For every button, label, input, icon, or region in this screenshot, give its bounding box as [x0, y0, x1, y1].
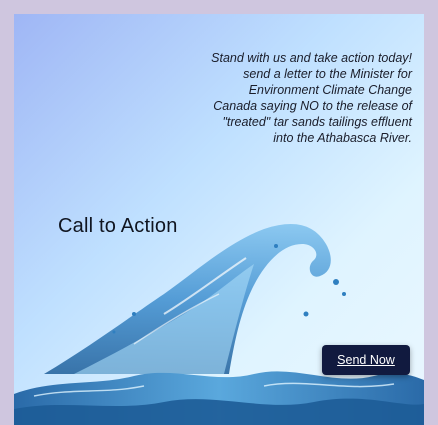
call-to-action-heading: Call to Action: [58, 215, 178, 237]
call-to-action-message: Stand with us and take action today! sen…: [211, 51, 412, 145]
send-now-label: Send Now: [337, 353, 395, 367]
call-to-action-card: Stand with us and take action today! sen…: [14, 14, 424, 425]
send-now-button[interactable]: Send Now: [322, 345, 410, 375]
